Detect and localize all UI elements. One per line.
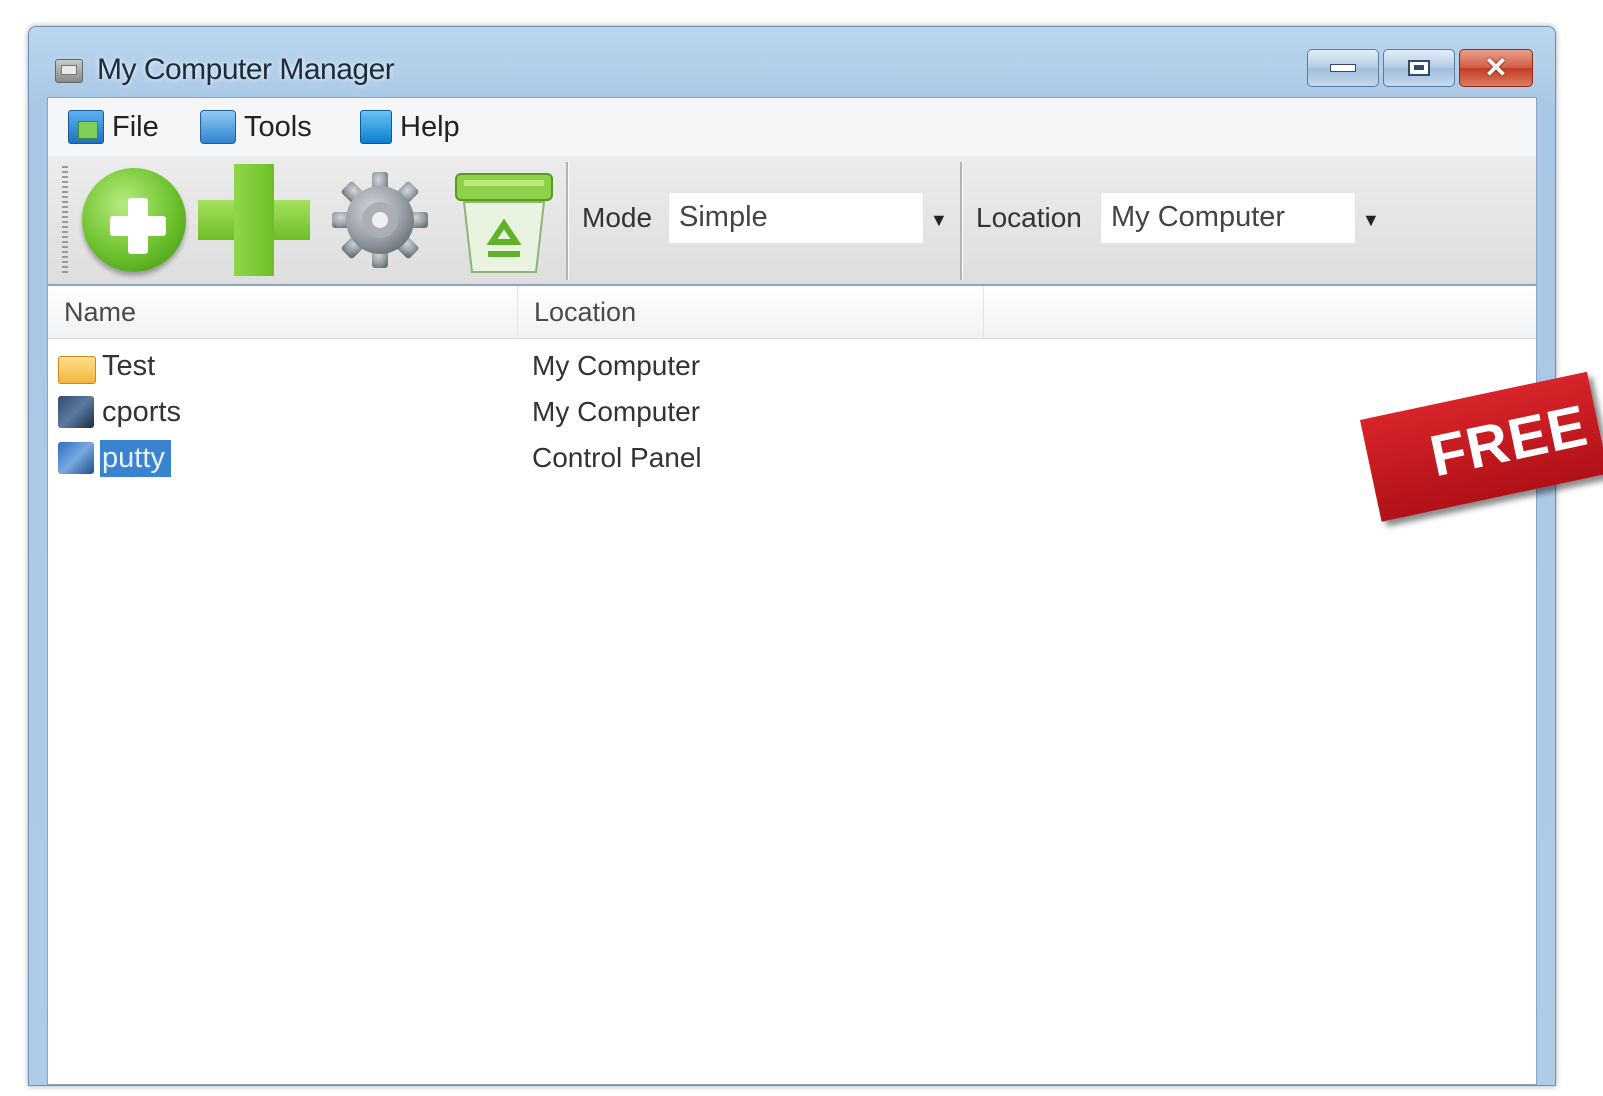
file-menu-icon [68, 110, 104, 144]
add-circle-icon [82, 168, 186, 272]
add-button[interactable] [78, 162, 190, 278]
menu-tools-label: Tools [244, 110, 312, 143]
item-location: My Computer [532, 350, 701, 381]
toolbar-separator [960, 162, 963, 280]
mode-dropdown-arrow-icon[interactable]: ▼ [930, 210, 948, 231]
client-area: File Tools Help Mode Simple ▼ Location M… [47, 97, 1537, 1085]
item-location: My Computer [532, 396, 701, 427]
putty-icon [58, 442, 94, 474]
menu-tools[interactable]: Tools [200, 108, 312, 146]
close-icon: ✕ [1484, 52, 1508, 83]
list-item[interactable]: cports My Computer [48, 390, 948, 436]
minimize-icon [1330, 64, 1356, 72]
menu-file-label: File [112, 110, 159, 143]
item-name: Test [102, 350, 156, 382]
title-bar[interactable]: My Computer Manager ✕ [29, 27, 1555, 107]
menu-help[interactable]: Help [360, 108, 460, 146]
maximize-icon [1408, 60, 1430, 76]
menu-bar: File Tools Help [48, 98, 1536, 156]
app-icon [55, 59, 83, 83]
folder-icon [58, 356, 96, 384]
location-label: Location [976, 202, 1082, 233]
close-button[interactable]: ✕ [1459, 49, 1533, 87]
list-header: Name Location [48, 286, 1536, 339]
location-dropdown-arrow-icon[interactable]: ▼ [1362, 210, 1380, 231]
menu-help-label: Help [400, 110, 460, 143]
location-select[interactable]: My Computer [1100, 192, 1356, 244]
minimize-button[interactable] [1307, 49, 1379, 87]
help-menu-icon [360, 110, 392, 144]
column-header-location[interactable]: Location [518, 286, 984, 338]
settings-button[interactable] [324, 162, 436, 278]
item-name: cports [102, 396, 181, 428]
tools-menu-icon [200, 110, 236, 144]
window-title: My Computer Manager [97, 53, 395, 86]
caption-buttons: ✕ [1307, 49, 1533, 89]
recycle-bin-icon [455, 173, 553, 273]
toolbar: Mode Simple ▼ Location My Computer ▼ [48, 156, 1536, 285]
cports-icon [58, 396, 94, 428]
list-item-selected[interactable]: putty Control Panel [48, 436, 948, 482]
menu-file[interactable]: File [68, 108, 159, 146]
toolbar-separator [566, 162, 569, 280]
delete-button[interactable] [444, 162, 556, 278]
maximize-button[interactable] [1383, 49, 1455, 87]
mode-label: Mode [582, 202, 653, 233]
gear-icon [332, 172, 428, 268]
item-location: Control Panel [532, 442, 702, 473]
add-new-button[interactable] [198, 162, 310, 278]
column-header-name[interactable]: Name [48, 286, 518, 338]
item-name: putty [100, 440, 171, 477]
app-window: My Computer Manager ✕ File Tools Help Mo… [28, 26, 1556, 1086]
item-list: Name Location Test My Computer cports My… [48, 284, 1536, 1084]
mode-select[interactable]: Simple [668, 192, 924, 244]
list-item[interactable]: Test My Computer [48, 344, 948, 390]
toolbar-grip[interactable] [62, 166, 68, 274]
